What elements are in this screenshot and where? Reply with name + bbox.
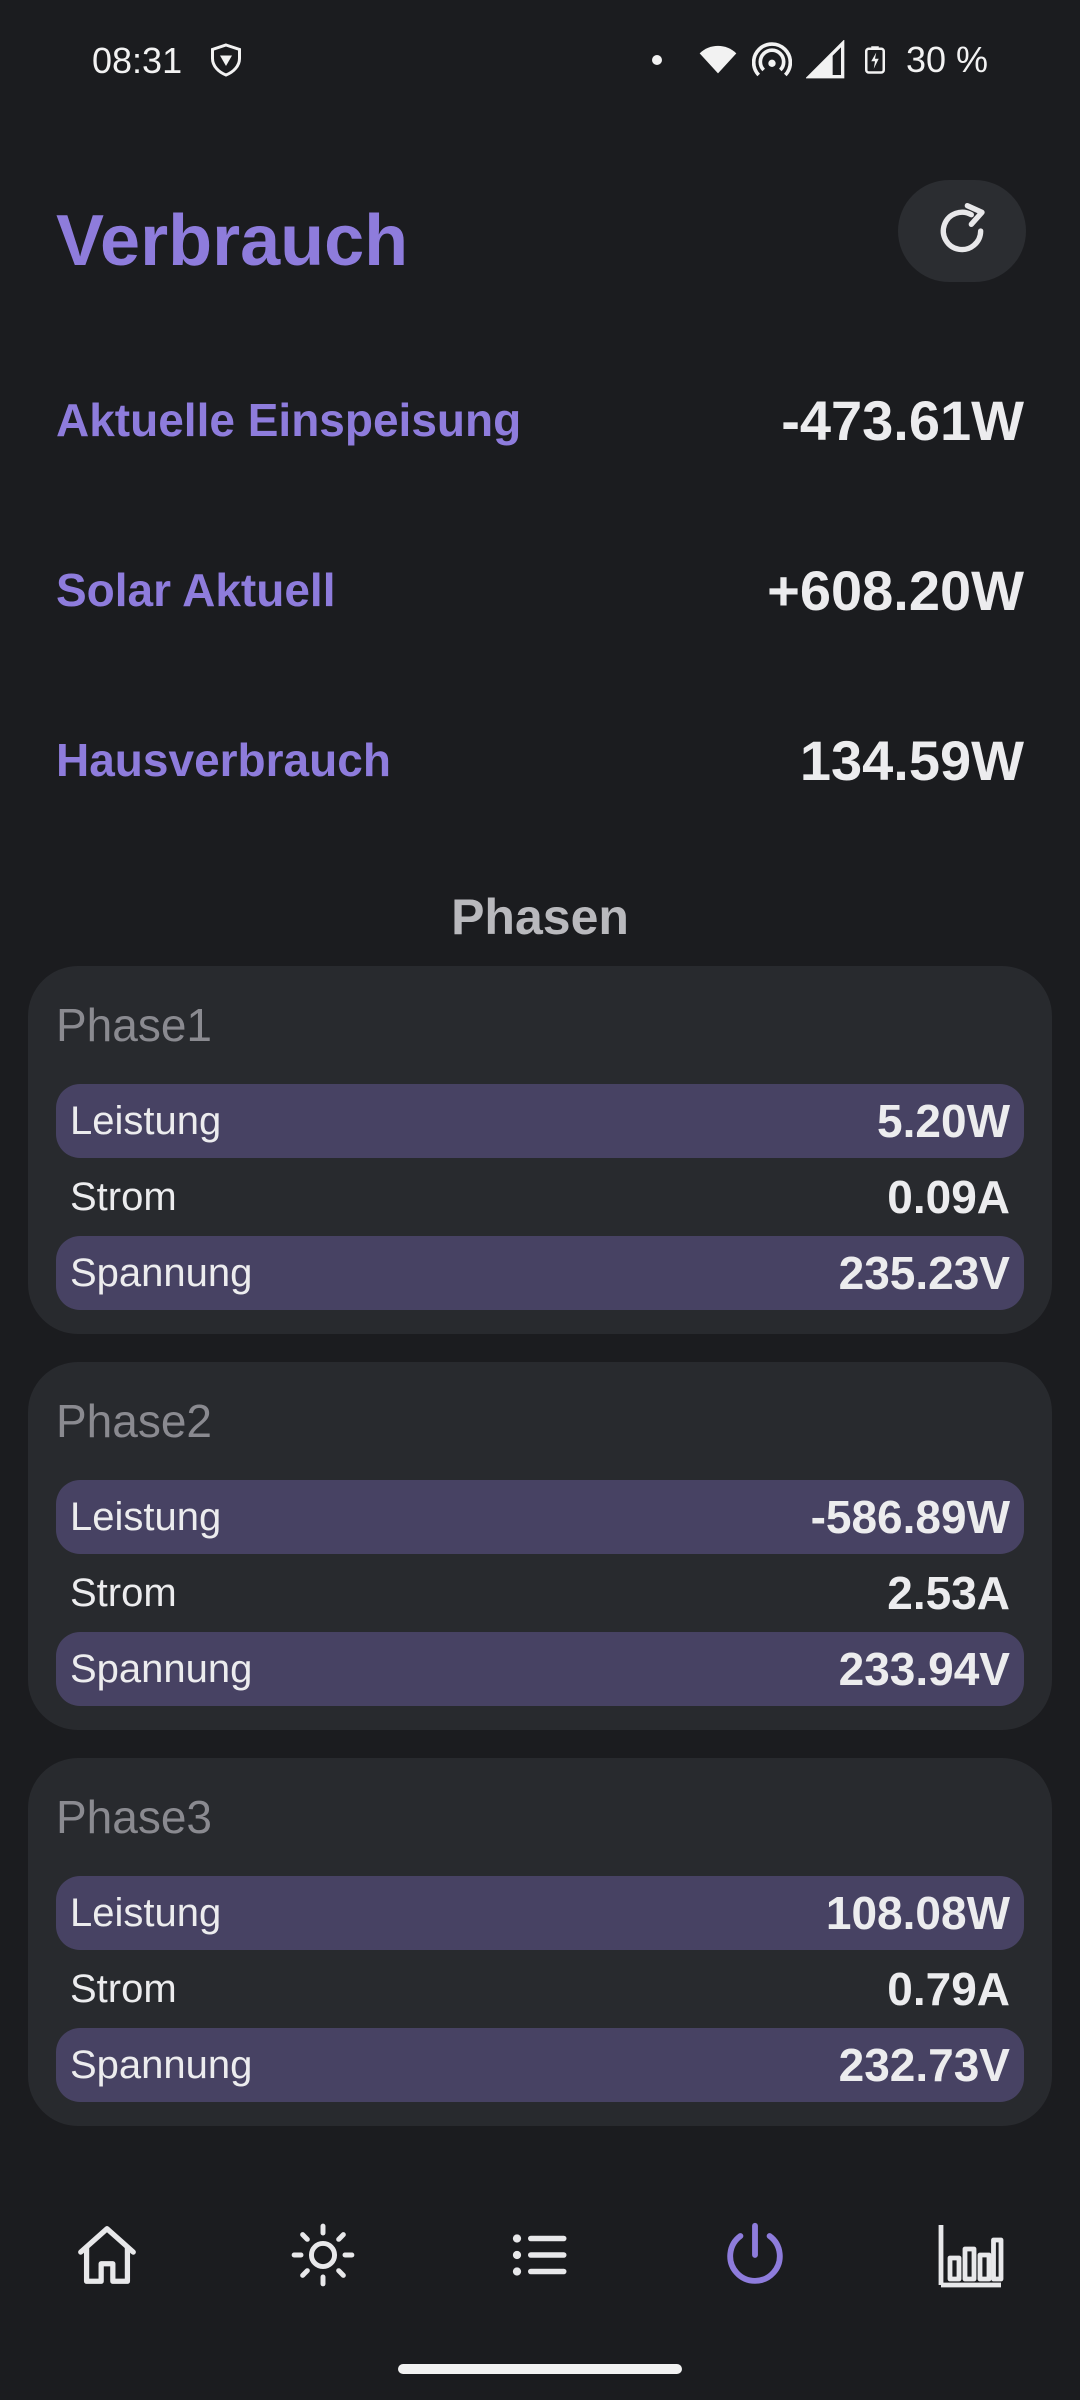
- sun-icon: [291, 2223, 355, 2287]
- nav-power-button[interactable]: [700, 2200, 810, 2310]
- row-label: Leistung: [70, 1494, 222, 1539]
- row-label: Leistung: [70, 1098, 222, 1143]
- phase-row-voltage: Spannung 233.94V: [56, 1632, 1024, 1706]
- page-title: Verbrauch: [56, 201, 409, 281]
- phase-row-current: Strom 0.79A: [56, 1952, 1024, 2026]
- battery-percentage: 30 %: [905, 39, 988, 80]
- list-icon: [512, 2234, 567, 2276]
- phase-row-current: Strom 0.09A: [56, 1160, 1024, 1234]
- hotspot-icon: [751, 42, 792, 77]
- battery-charging-icon: [864, 46, 885, 74]
- refresh-button[interactable]: [898, 180, 1026, 282]
- summary-row-house: Hausverbrauch 134.59W: [56, 720, 1024, 800]
- bar-chart-icon: [938, 2225, 1004, 2288]
- row-label: Strom: [70, 1570, 177, 1615]
- wifi-icon: [699, 45, 737, 74]
- row-label: Strom: [70, 1966, 177, 2011]
- phase-title: Phase2: [56, 1395, 213, 1447]
- phase-row-power: Leistung 5.20W: [56, 1084, 1024, 1158]
- nav-statistics-button[interactable]: [916, 2200, 1026, 2310]
- summary-label: Hausverbrauch: [56, 734, 391, 786]
- row-value: 232.73V: [838, 2039, 1010, 2091]
- row-value: 0.09A: [887, 1171, 1010, 1223]
- nav-home-button[interactable]: [52, 2200, 162, 2310]
- notification-dot-icon: [651, 55, 662, 65]
- vpn-shield-icon: [211, 43, 241, 77]
- refresh-icon: [940, 203, 985, 253]
- row-value: 2.53A: [887, 1567, 1010, 1619]
- summary-label: Solar Aktuell: [56, 564, 336, 616]
- row-label: Spannung: [70, 1646, 253, 1691]
- summary-value: +608.20W: [767, 558, 1024, 622]
- phase-card-1: Phase1 Leistung 5.20W Strom 0.09A Spannu…: [28, 966, 1052, 1334]
- status-bar: 08:31 30 %: [0, 0, 1080, 124]
- signal-icon: [805, 40, 845, 79]
- row-value: 108.08W: [825, 1887, 1010, 1939]
- home-indicator[interactable]: [398, 2364, 682, 2374]
- row-value: -586.89W: [810, 1491, 1010, 1543]
- summary-row-solar: Solar Aktuell +608.20W: [56, 550, 1024, 630]
- row-value: 233.94V: [838, 1643, 1010, 1695]
- phase-title: Phase1: [56, 999, 213, 1051]
- row-value: 0.79A: [887, 1963, 1010, 2015]
- phase-title: Phase3: [56, 1791, 213, 1843]
- summary-label: Aktuelle Einspeisung: [56, 394, 522, 446]
- bottom-navigation: [0, 2200, 1080, 2310]
- phase-card-3: Phase3 Leistung 108.08W Strom 0.79A Span…: [28, 1758, 1052, 2126]
- phase-row-voltage: Spannung 235.23V: [56, 1236, 1024, 1310]
- home-icon: [78, 2226, 136, 2284]
- phase-card-2: Phase2 Leistung -586.89W Strom 2.53A Spa…: [28, 1362, 1052, 1730]
- phase-row-power: Leistung -586.89W: [56, 1480, 1024, 1554]
- summary-value: 134.59W: [799, 728, 1024, 792]
- row-label: Strom: [70, 1174, 177, 1219]
- phase-row-voltage: Spannung 232.73V: [56, 2028, 1024, 2102]
- summary-row-feed-in: Aktuelle Einspeisung -473.61W: [56, 380, 1024, 460]
- nav-solar-button[interactable]: [268, 2200, 378, 2310]
- phase-row-power: Leistung 108.08W: [56, 1876, 1024, 1950]
- nav-list-button[interactable]: [484, 2200, 594, 2310]
- row-label: Spannung: [70, 1250, 253, 1295]
- phase-row-current: Strom 2.53A: [56, 1556, 1024, 1630]
- row-value: 5.20W: [877, 1095, 1010, 1147]
- phases-heading: Phasen: [451, 889, 629, 945]
- status-time: 08:31: [92, 40, 183, 81]
- summary-value: -473.61W: [781, 388, 1024, 452]
- row-value: 235.23V: [838, 1247, 1010, 1299]
- power-icon: [727, 2222, 783, 2284]
- row-label: Leistung: [70, 1890, 222, 1935]
- row-label: Spannung: [70, 2042, 253, 2087]
